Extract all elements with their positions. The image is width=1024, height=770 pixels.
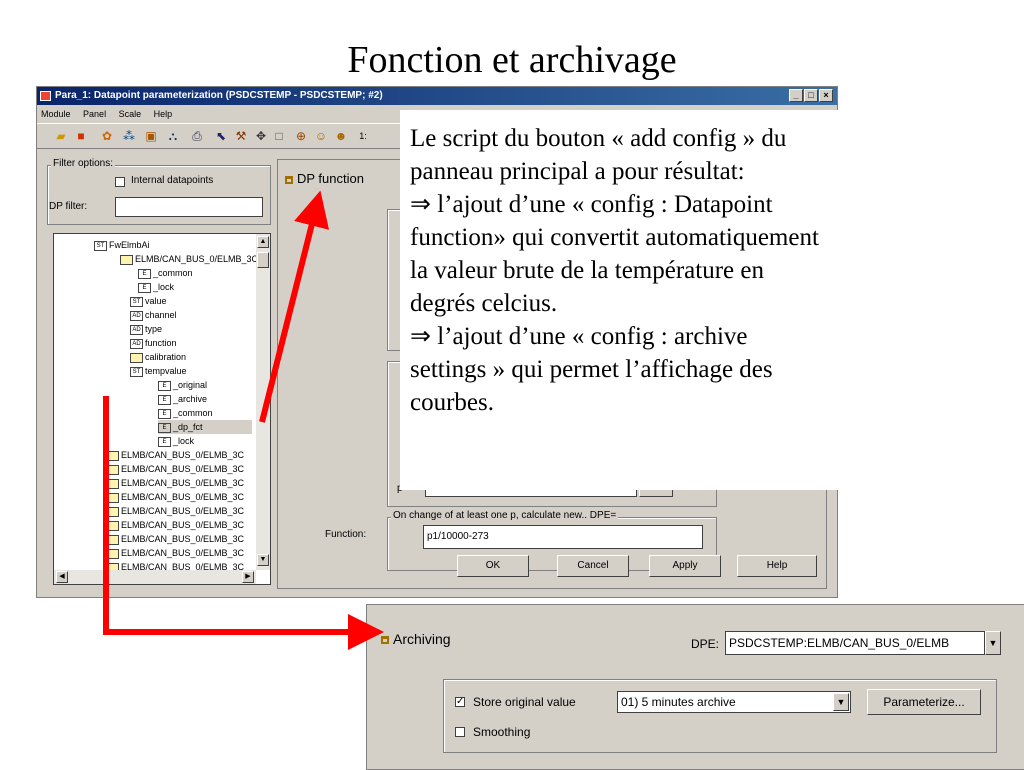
arrow-to-archiving — [103, 396, 384, 650]
annotation-arrows — [103, 190, 384, 650]
arrow-to-dp-function — [259, 190, 330, 423]
